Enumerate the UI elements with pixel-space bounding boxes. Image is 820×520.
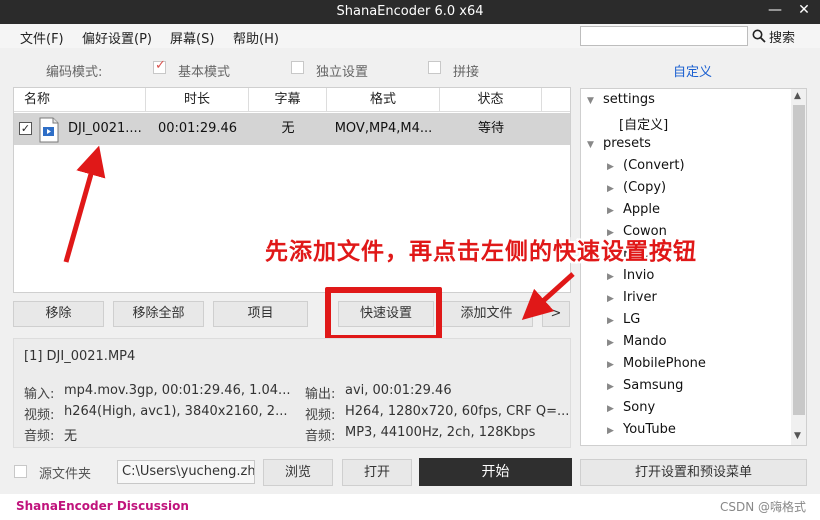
tree-node-preset[interactable]: Sony [623,400,655,415]
row-checkbox[interactable]: ✓ [19,122,32,135]
menu-preferences[interactable]: 偏好设置(P) [82,28,152,47]
scroll-thumb[interactable] [793,105,805,415]
discussion-link[interactable]: ShanaEncoder Discussion [16,499,189,513]
custom-link[interactable]: 自定义 [673,61,712,80]
chevron-down-icon[interactable]: ▼ [587,96,594,106]
annotation-text: 先添加文件，再点击左侧的快速设置按钮 [265,239,697,265]
menu-screen[interactable]: 屏幕(S) [170,28,214,47]
tree-node-custom[interactable]: [自定义] [619,114,668,133]
column-subtitle[interactable]: 字幕 [249,88,327,112]
chevron-right-icon[interactable]: ▶ [607,272,614,282]
table-row[interactable]: ✓ DJI_0021.... 00:01:29.46 无 MOV,MP4,M4.… [14,113,570,145]
file-duration: 00:01:29.46 [157,121,238,136]
preset-tree[interactable]: ▼ settings [自定义] ▼ presets ▶ (Convert) ▶ (C… [580,88,807,446]
chevron-right-icon[interactable]: ▶ [607,404,614,414]
info-file-title: [1] DJI_0021.MP4 [24,349,136,364]
file-info-panel: [1] DJI_0021.MP4 输入: mp4.mov.3gp, 00:01:… [13,338,571,448]
search-input[interactable] [580,26,748,46]
source-folder-checkbox[interactable] [14,465,27,478]
start-button[interactable]: 开始 [419,458,572,486]
item-button[interactable]: 项目 [213,301,308,327]
video-file-icon [39,117,59,143]
open-button[interactable]: 打开 [342,459,412,486]
output-audio-label: 音频: [305,429,336,444]
tree-node-preset[interactable]: Iriver [623,290,657,305]
encoding-mode-bar: 编码模式: 基本模式 独立设置 拼接 [0,52,576,84]
scroll-up-icon[interactable]: ▲ [794,91,801,101]
close-button[interactable]: ✕ [793,2,815,18]
tree-node-preset[interactable]: Mando [623,334,667,349]
remove-all-button[interactable]: 移除全部 [113,301,204,327]
basic-mode-label: 基本模式 [178,65,231,80]
menu-file[interactable]: 文件(F) [20,28,64,47]
concat-label: 拼接 [453,65,480,80]
output-label: 输出: [305,387,336,402]
tree-node-preset[interactable]: (Copy) [623,180,666,195]
tree-node-presets[interactable]: presets [603,136,651,151]
chevron-right-icon[interactable]: ▶ [607,316,614,326]
remove-button[interactable]: 移除 [13,301,104,327]
output-video-label: 视频: [305,408,336,423]
video-value: h264(High, avc1), 3840x2160, 2... [64,404,288,419]
basic-mode-checkbox[interactable] [153,58,166,74]
tree-node-preset[interactable]: MobilePhone [623,356,706,371]
watermark: CSDN @嗨格式 [719,500,806,514]
chevron-right-icon[interactable]: ▶ [607,206,614,216]
chevron-right-icon[interactable]: ▶ [607,360,614,370]
window-title: ShanaEncoder 6.0 x64 [336,4,484,19]
chevron-right-icon[interactable]: ▶ [607,294,614,304]
input-label: 输入: [24,387,55,402]
audio-value: 无 [64,429,78,444]
tree-node-preset[interactable]: Samsung [623,378,683,393]
search-label: 搜索 [769,30,796,46]
file-format: MOV,MP4,M4... [334,121,433,136]
tree-node-preset[interactable]: LG [623,312,640,327]
add-file-button[interactable]: 添加文件 [440,301,533,327]
footer: ShanaEncoder Discussion CSDN @嗨格式 [0,494,820,520]
presets-menu-button[interactable]: 打开设置和预设菜单 [580,459,807,486]
file-name: DJI_0021.... [68,121,142,136]
tree-node-preset[interactable]: Invio [623,268,654,283]
bottom-bar: 源文件夹 C:\Users\yucheng.zha 浏览 打开 开始 打开设置和… [0,455,820,489]
title-bar: ShanaEncoder 6.0 x64 — ✕ [0,0,820,24]
encoding-mode-label: 编码模式: [46,65,103,80]
audio-label: 音频: [24,429,55,444]
more-button[interactable]: > [542,301,570,327]
concat-checkbox[interactable] [428,61,441,74]
chevron-right-icon[interactable]: ▶ [607,382,614,392]
scroll-down-icon[interactable]: ▼ [794,431,801,441]
file-status: 等待 [477,121,504,136]
file-subtitle: 无 [281,121,295,136]
output-video-value: H264, 1280x720, 60fps, CRF Q=... [345,404,570,419]
chevron-down-icon[interactable]: ▼ [587,140,594,150]
search-icon [752,29,766,43]
column-duration[interactable]: 时长 [146,88,249,112]
highlight-box [325,287,442,341]
output-value: avi, 00:01:29.46 [345,383,452,398]
tree-node-settings[interactable]: settings [603,92,655,107]
browse-button[interactable]: 浏览 [263,459,333,486]
column-name[interactable]: 名称 [14,88,146,112]
output-audio-value: MP3, 44100Hz, 2ch, 128Kbps [345,425,536,440]
chevron-right-icon[interactable]: ▶ [607,426,614,436]
column-status[interactable]: 状态 [440,88,542,112]
independent-settings-label: 独立设置 [316,65,369,80]
tree-node-preset[interactable]: YouTube [623,422,676,437]
tree-node-preset[interactable]: (Convert) [623,158,685,173]
column-format[interactable]: 格式 [327,88,440,112]
output-path-field[interactable]: C:\Users\yucheng.zha [117,460,255,484]
chevron-right-icon[interactable]: ▶ [607,338,614,348]
tree-node-preset[interactable]: Apple [623,202,660,217]
minimize-button[interactable]: — [764,2,786,18]
source-folder-label: 源文件夹 [39,467,92,482]
menu-help[interactable]: 帮助(H) [233,28,279,47]
file-list-header: 名称 时长 字幕 格式 状态 [14,88,570,112]
independent-settings-checkbox[interactable] [291,61,304,74]
chevron-right-icon[interactable]: ▶ [607,162,614,172]
chevron-right-icon[interactable]: ▶ [607,184,614,194]
input-value: mp4.mov.3gp, 00:01:29.46, 1.04... [64,383,291,398]
video-label: 视频: [24,408,55,423]
search-button[interactable]: 搜索 [752,26,795,46]
tree-scrollbar[interactable]: ▲ ▼ [791,89,806,445]
